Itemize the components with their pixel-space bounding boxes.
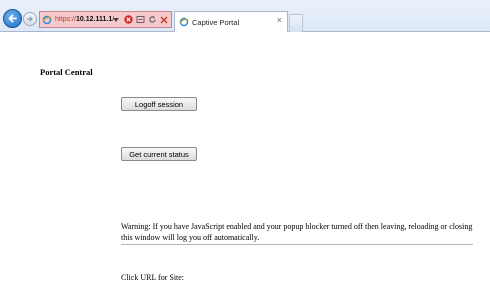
back-arrow-icon [8, 14, 17, 23]
page-content: Portal Central Logoff session Get curren… [0, 33, 490, 303]
certificate-error-icon[interactable] [123, 15, 133, 25]
address-bar[interactable]: https://10.12.111.1/ [39, 11, 172, 28]
ie-page-icon [42, 15, 52, 24]
refresh-icon[interactable] [147, 15, 157, 25]
address-host: 10.12.111.1 [76, 16, 113, 23]
close-icon[interactable]: × [277, 16, 282, 25]
back-button[interactable] [3, 9, 22, 28]
divider [121, 244, 473, 245]
logoff-session-button[interactable]: Logoff session [121, 97, 197, 111]
get-current-status-button[interactable]: Get current status [121, 147, 197, 161]
address-url: https://10.12.111.1/ [55, 16, 114, 23]
new-tab-button[interactable] [289, 14, 303, 32]
ie-page-icon [179, 17, 189, 27]
chevron-down-icon[interactable] [111, 15, 121, 25]
tab-title: Captive Portal [192, 17, 240, 27]
site-url-label: Click URL for Site: [121, 273, 185, 282]
address-scheme: https:// [55, 16, 77, 23]
forward-arrow-icon [26, 16, 33, 22]
tab-captive-portal[interactable]: Captive Portal × [174, 11, 288, 32]
browser-chrome: https://10.12.111.1/ Captive Portal × [0, 0, 490, 32]
forward-button[interactable] [23, 12, 37, 26]
address-bar-icons [111, 13, 169, 26]
page-title: Portal Central [40, 67, 93, 77]
logoff-warning-text: Warning: If you have JavaScript enabled … [121, 222, 473, 242]
compatibility-view-icon[interactable] [135, 15, 145, 25]
stop-icon[interactable] [159, 15, 169, 25]
